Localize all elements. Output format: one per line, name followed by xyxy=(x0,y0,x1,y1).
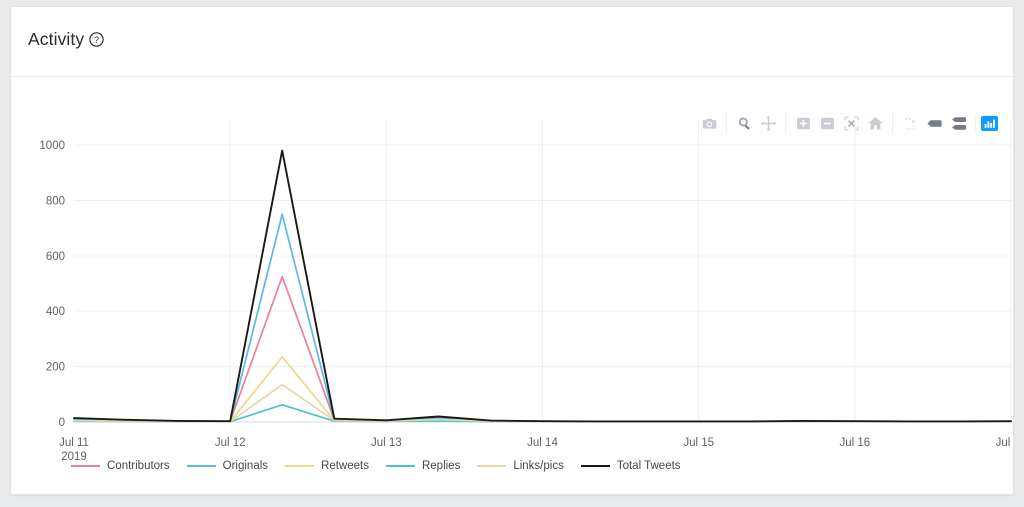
legend-label: Replies xyxy=(421,460,461,472)
plot-area: 0 200 400 600 800 1000 Jul 11 2019 Jul 12 Jul 13 J… xyxy=(11,78,1013,494)
y-axis-tick-label: 800 xyxy=(46,195,65,207)
legend-item-replies[interactable]: Replies xyxy=(385,460,461,472)
x-axis-tick-label: Jul 13 xyxy=(371,437,402,449)
activity-line-chart[interactable]: 02004006008001000Jul 112019Jul 12 Jul 13 J… xyxy=(11,78,1014,495)
legend-swatch xyxy=(71,465,100,467)
y-axis-tick-label: 600 xyxy=(46,251,65,263)
card-title-text: Activity xyxy=(28,29,85,49)
x-axis-tick-label: Jul 12 xyxy=(215,437,246,449)
question-circle-icon[interactable]: ? xyxy=(89,31,104,47)
legend-swatch xyxy=(385,465,415,467)
y-axis-tick-label: 0 xyxy=(59,417,65,429)
svg-text:?: ? xyxy=(94,35,99,45)
legend-item-total-tweets[interactable]: Total Tweets xyxy=(580,460,681,472)
y-axis-tick-label: 200 xyxy=(46,362,65,374)
legend-item-links-pics[interactable]: Links/pics xyxy=(477,460,564,472)
x-axis-tick-label: Jul 16 xyxy=(839,437,870,449)
y-axis-tick-label: 400 xyxy=(46,306,65,318)
legend-swatch xyxy=(477,465,507,467)
legend-swatch xyxy=(186,465,216,467)
x-axis-tick-label: Jul 17 xyxy=(996,437,1014,449)
legend-swatch xyxy=(580,465,610,467)
card-header: Activity? xyxy=(11,7,1013,77)
legend-label: Retweets xyxy=(321,460,369,472)
legend-swatch xyxy=(285,465,315,467)
x-axis-tick-label: Jul 11 xyxy=(59,437,89,449)
page-title: Activity? xyxy=(28,29,104,50)
activity-panel: Activity? 0 200 400 600 800 1000 Jul 11 … xyxy=(0,0,1024,507)
activity-card: Activity? 0 200 400 600 800 1000 Jul 11 … xyxy=(10,6,1014,495)
legend-label: Links/pics xyxy=(513,460,564,472)
legend-item-contributors[interactable]: Contributors xyxy=(71,460,170,472)
legend-item-originals[interactable]: Originals xyxy=(186,460,269,472)
x-axis-tick-label: Jul 15 xyxy=(683,437,714,449)
chart-legend: Contributors Originals Retweets Replies Link… xyxy=(71,460,698,472)
x-axis-tick-label: Jul 14 xyxy=(527,437,558,449)
legend-label: Total Tweets xyxy=(616,460,681,472)
y-axis-tick-label: 1000 xyxy=(39,140,65,152)
legend-label: Contributors xyxy=(107,460,170,472)
legend-label: Originals xyxy=(222,460,269,472)
legend-item-retweets[interactable]: Retweets xyxy=(285,460,369,472)
